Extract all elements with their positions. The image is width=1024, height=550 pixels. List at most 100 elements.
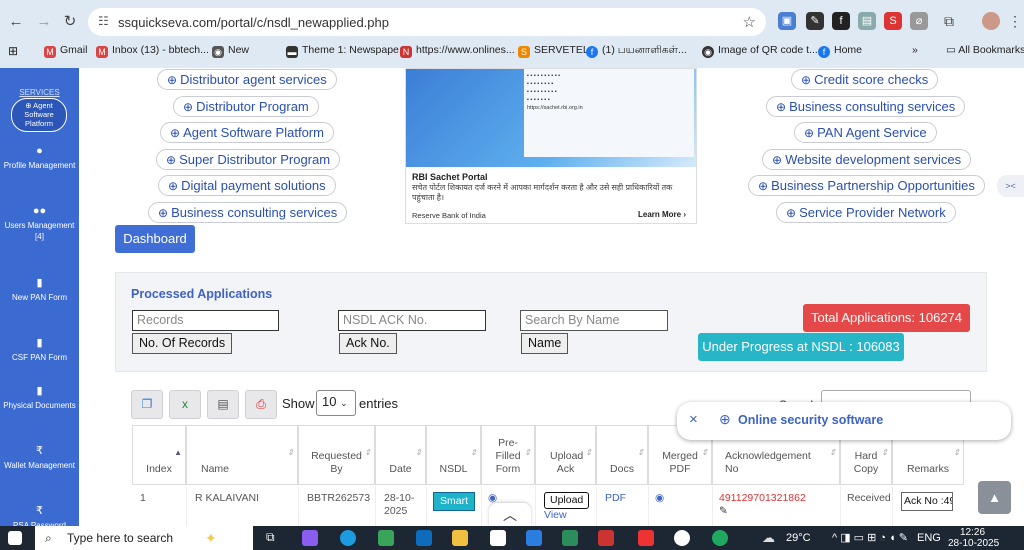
app-icon[interactable]	[598, 530, 614, 546]
col-date[interactable]: Date ⇕	[375, 425, 426, 485]
bookmark-star-icon[interactable]: ☆	[743, 13, 756, 31]
reload-icon[interactable]: ↻	[60, 12, 80, 32]
side-collapse-tab[interactable]: ><	[997, 175, 1024, 197]
f-extension-icon[interactable]: f	[832, 12, 850, 30]
language-indicator[interactable]: ENG	[917, 532, 941, 544]
records-button[interactable]: No. Of Records	[132, 333, 233, 354]
sidebar-item-users[interactable]: ●● Users Management [4]	[0, 206, 79, 242]
col-index[interactable]: Index ▲	[132, 425, 186, 485]
extension-icon[interactable]: ⌀	[910, 12, 928, 30]
extensions-puzzle-icon[interactable]: ⧉	[940, 12, 958, 30]
bookmark-new[interactable]: ◉ New	[212, 44, 249, 58]
windows-start-icon[interactable]	[8, 531, 22, 545]
sidebar-services-label[interactable]: SERVICES	[0, 88, 79, 97]
copilot-icon[interactable]	[302, 530, 318, 546]
bookmark-servetel[interactable]: S SERVETEL	[518, 44, 589, 58]
app-icon[interactable]	[490, 530, 506, 546]
clock-time[interactable]: 12:26	[960, 527, 985, 538]
view-link[interactable]: View	[544, 509, 567, 521]
service-pill[interactable]: ⊕ Credit score checks	[791, 69, 939, 90]
name-button[interactable]: Name	[521, 333, 569, 354]
service-pill[interactable]: ⊕ Service Provider Network	[776, 202, 956, 223]
toast-label[interactable]: Online security software	[738, 413, 883, 427]
outlook-icon[interactable]	[416, 530, 432, 546]
service-pill[interactable]: ⊕ Super Distributor Program	[156, 149, 341, 170]
col-docs[interactable]: Docs ⇕	[596, 425, 648, 485]
col-upload-ack[interactable]: Upload Ack ⇕	[535, 425, 596, 485]
app-icon[interactable]	[638, 530, 654, 546]
remarks-input[interactable]: Ack No :49	[901, 492, 953, 511]
col-nsdl[interactable]: NSDL ⇕	[426, 425, 481, 485]
rbi-sachet-ad[interactable]: ▪ ▪ ▪ ▪ ▪ ▪ ▪ ▪ ▪ ▪ ▪ ▪ ▪ ▪ ▪ ▪ ▪ ▪ ▪ ▪ ▪ …	[405, 68, 697, 224]
service-pill[interactable]: ⊕ Website development services	[762, 149, 972, 170]
docs-pdf-link[interactable]: PDF	[596, 486, 648, 526]
bookmark-onlines[interactable]: Nhttps://www.onlines...	[400, 44, 515, 58]
address-bar[interactable]: ☷ ssquickseva.com/portal/c/nsdl_newappli…	[88, 8, 766, 36]
apps-grid-icon[interactable]: ⊞	[8, 44, 18, 58]
col-prefilled[interactable]: Pre-Filled Form ⇕	[481, 425, 535, 485]
copy-icon[interactable]: ❐	[131, 390, 163, 419]
back-icon[interactable]: ←	[6, 12, 26, 32]
bookmark-inbox[interactable]: M Inbox (13) - bbtech...	[96, 44, 209, 58]
all-bookmarks[interactable]: ▭ All Bookmarks	[946, 44, 1024, 56]
copilot-sparkle-icon[interactable]: ✦	[205, 530, 221, 546]
extension-icon[interactable]: ▤	[858, 12, 876, 30]
online-security-toast[interactable]: × ⊕ Online security software	[677, 402, 1011, 440]
clock-date[interactable]: 28-10-2025	[948, 538, 999, 549]
more-bookmarks[interactable]: »	[912, 44, 918, 56]
sidebar-item-profile[interactable]: ● Profile Management	[0, 146, 79, 171]
pen-extension-icon[interactable]: ✎	[806, 12, 824, 30]
service-pill[interactable]: ⊕ PAN Agent Service	[794, 122, 937, 143]
bookmark-theme[interactable]: ▬ Theme 1: Newspape...	[286, 44, 408, 58]
sidebar-item-physical-docs[interactable]: ▮ Physical Documents	[0, 386, 79, 411]
sidebar-item-new-pan[interactable]: ▮ New PAN Form	[0, 278, 79, 303]
service-pill[interactable]: ⊕ Business Partnership Opportunities	[748, 175, 985, 196]
chrome-icon[interactable]	[712, 530, 728, 546]
weather-icon[interactable]: ☁	[762, 530, 778, 546]
profile-avatar[interactable]	[982, 12, 1000, 30]
bookmark-facebook[interactable]: f (1) பயனாளிகள்...	[586, 44, 687, 58]
store-icon[interactable]	[378, 530, 394, 546]
entries-select[interactable]: 10 ⌄	[316, 390, 356, 416]
menu-kebab-icon[interactable]: ⋮	[1006, 12, 1024, 30]
col-name[interactable]: Name ⇕	[186, 425, 298, 485]
app-icon[interactable]	[562, 530, 578, 546]
ad-learn-more[interactable]: Learn More ›	[638, 210, 686, 219]
service-pill[interactable]: ⊕ Digital payment solutions	[158, 175, 336, 196]
records-input[interactable]: Records	[132, 310, 279, 331]
edge-icon[interactable]	[340, 530, 356, 546]
weather-temp[interactable]: 29°C	[786, 532, 811, 544]
app-icon[interactable]	[526, 530, 542, 546]
csv-icon[interactable]: ▤	[207, 390, 239, 419]
sidebar-item-csf-pan[interactable]: ▮ CSF PAN Form	[0, 338, 79, 363]
name-input[interactable]: Search By Name	[520, 310, 668, 331]
sidebar-item-agent-software[interactable]: ⊕ Agent Software Platform	[11, 98, 67, 132]
service-pill[interactable]: ⊕ Business consulting services	[148, 202, 348, 223]
smart-badge[interactable]: Smart	[433, 492, 476, 511]
explorer-icon[interactable]	[452, 530, 468, 546]
scroll-top-button[interactable]: ▲	[978, 481, 1011, 514]
ack-button[interactable]: Ack No.	[339, 333, 397, 354]
col-requested-by[interactable]: Requested By ⇕	[298, 425, 375, 485]
chevron-up-icon[interactable]: ︿	[489, 503, 531, 527]
merged-pdf-view-icon[interactable]: ◉	[648, 486, 712, 526]
site-info-icon[interactable]: ☷	[98, 14, 109, 28]
dashboard-button[interactable]: Dashboard	[115, 225, 195, 253]
print-icon[interactable]: ⎙	[245, 390, 277, 419]
bookmark-qr[interactable]: ◉ Image of QR code t...	[702, 44, 818, 58]
bookmark-gmail[interactable]: M Gmail	[44, 44, 87, 58]
edit-icon[interactable]: ✎	[719, 505, 728, 517]
sidebar-item-wallet[interactable]: ₹ Wallet Management	[0, 446, 79, 471]
upload-button[interactable]: Upload	[544, 492, 590, 509]
ack-input[interactable]: NSDL ACK No.	[338, 310, 486, 331]
task-view-icon[interactable]: ⧉	[266, 530, 282, 546]
forward-icon[interactable]: →	[34, 12, 54, 32]
service-pill[interactable]: ⊕ Business consulting services	[766, 96, 966, 117]
bookmark-home[interactable]: f Home	[818, 44, 862, 58]
service-pill[interactable]: ⊕ Distributor agent services	[157, 69, 337, 90]
service-pill[interactable]: ⊕ Distributor Program	[173, 96, 319, 117]
app-icon[interactable]	[674, 530, 690, 546]
tray-icons[interactable]: ^ ◨ ▭ ⊞ ◔ ◖ ✎	[832, 531, 908, 544]
extension-icon[interactable]: ▣	[778, 12, 796, 30]
excel-icon[interactable]: x	[169, 390, 201, 419]
